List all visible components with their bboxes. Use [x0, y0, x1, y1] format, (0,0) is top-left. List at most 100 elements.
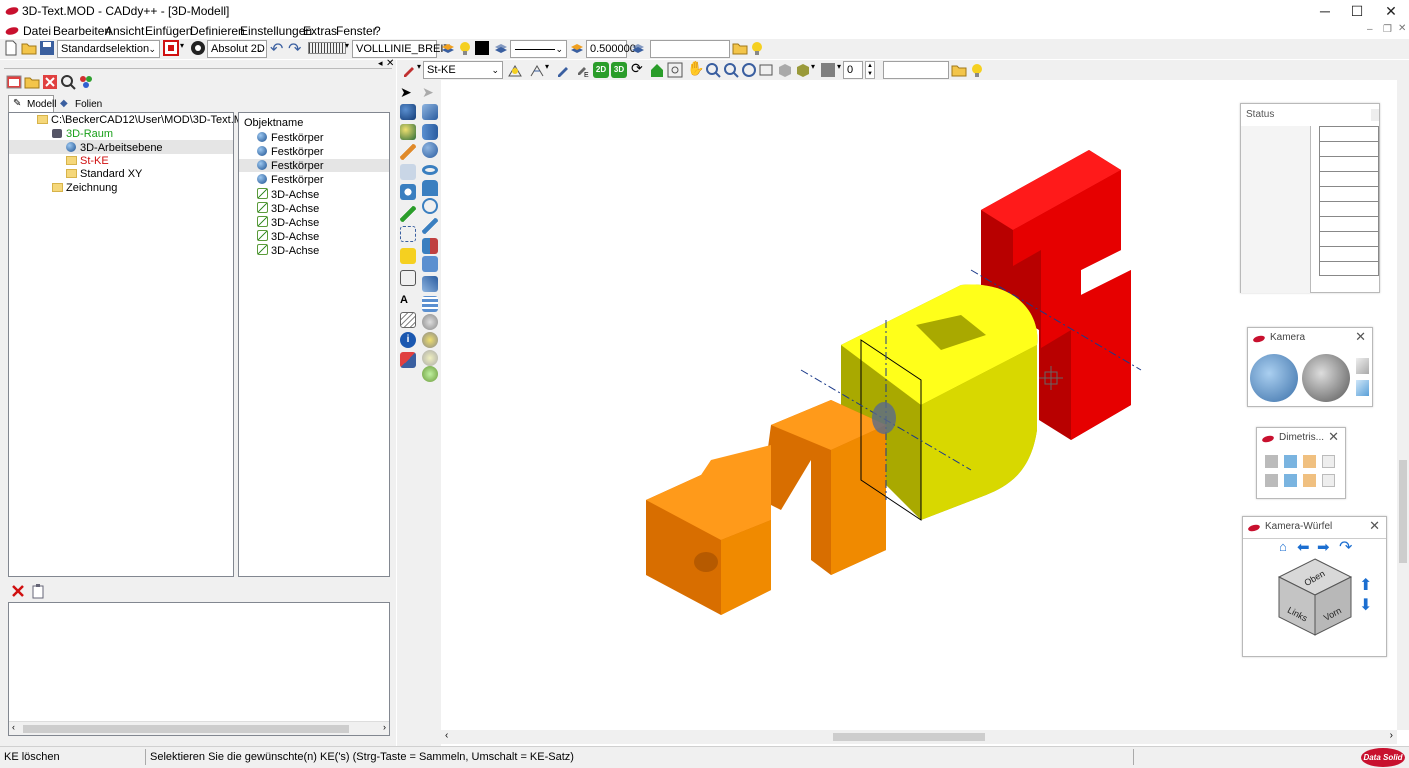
object-item[interactable]: Festkörper [257, 160, 324, 172]
object-item[interactable]: 3D-Achse [257, 202, 319, 215]
rotate-solid-icon[interactable] [400, 184, 416, 200]
menu-help[interactable]: ? [374, 24, 381, 38]
render-box-icon[interactable] [795, 62, 811, 78]
arrow-right-icon[interactable]: ➡ [1317, 538, 1330, 556]
menu-extras[interactable]: Extras [303, 24, 337, 38]
rotate-icon[interactable]: ⟳ [631, 60, 643, 77]
search-icon[interactable] [60, 74, 76, 90]
zoom-in-icon[interactable] [705, 62, 721, 78]
horizontal-scrollbar[interactable]: ‹ › [9, 721, 389, 735]
close-button[interactable]: ✕ [1374, 0, 1408, 22]
measure-icon[interactable] [400, 164, 416, 180]
mdi-minimize-icon[interactable]: – [1367, 24, 1373, 35]
zoom-out-icon[interactable] [723, 62, 739, 78]
clipboard-icon[interactable] [30, 583, 46, 599]
folder-search-icon[interactable] [732, 40, 748, 56]
dropdown-arrow-icon[interactable]: ▾ [417, 62, 421, 71]
tree-item-3d-raum[interactable]: 3D-Raum [52, 128, 113, 140]
tree-item-zeichnung[interactable]: Zeichnung [52, 182, 117, 194]
object-item[interactable]: Festkörper [257, 132, 324, 144]
select-frame-icon[interactable] [163, 40, 179, 56]
view-cube-icon[interactable] [1265, 474, 1278, 487]
letter-m-solid[interactable] [761, 400, 886, 575]
zoom-all-icon[interactable] [741, 62, 757, 78]
arrow-down-icon[interactable]: ⬇ [1359, 595, 1372, 615]
delete-icon[interactable] [42, 74, 58, 90]
extrude-icon[interactable] [422, 180, 438, 196]
view-cube-icon[interactable] [1284, 474, 1297, 487]
camera-orbit-globe[interactable] [1250, 354, 1298, 402]
tab-folien[interactable]: ◆ Folien [56, 97, 102, 113]
menu-bearbeiten[interactable]: Bearbeiten [53, 24, 111, 38]
object-item[interactable]: Festkörper [257, 146, 324, 158]
linetype-name-field[interactable]: VOLLLINIE_BREIT [352, 40, 450, 58]
sphere-solid-icon[interactable] [422, 142, 438, 158]
tree-root[interactable]: C:\BeckerCAD12\User\MOD\3D-Text.MOD [37, 114, 259, 126]
cylinder-icon[interactable] [422, 124, 438, 140]
coordinate-mode-select[interactable]: Absolut 2D ⌄ [207, 40, 267, 58]
select-disabled-icon[interactable]: ➤ [422, 84, 438, 100]
selection-mode-select[interactable]: Standardselektion ⌄ [57, 40, 160, 58]
toolbar-text-field[interactable] [650, 40, 730, 58]
section-icon[interactable] [422, 296, 438, 312]
dotted-line-icon[interactable] [400, 226, 416, 242]
close-icon[interactable]: ✕ [1328, 429, 1339, 445]
pan-hand-icon[interactable]: ✋ [687, 60, 704, 77]
folder-search-icon[interactable] [951, 62, 967, 78]
pencil-icon[interactable] [400, 144, 416, 160]
letter-w-solid[interactable] [646, 445, 771, 615]
revolve-icon[interactable] [422, 198, 438, 214]
boolean-icon[interactable] [422, 238, 438, 254]
view-cube-icon[interactable] [1284, 455, 1297, 468]
select-arrow-icon[interactable]: ➤ [400, 84, 416, 100]
menu-datei[interactable]: Datei [23, 24, 51, 38]
view-cube-icon[interactable] [1322, 474, 1335, 487]
tree-item-3d-arbeitsebene[interactable]: 3D-Arbeitsebene [66, 142, 163, 154]
dropdown-arrow-icon[interactable]: ▾ [545, 62, 549, 71]
eraser-icon[interactable] [400, 352, 416, 368]
view-cube-icon[interactable] [1265, 455, 1278, 468]
menu-ansicht[interactable]: Ansicht [105, 24, 144, 38]
hatch-icon[interactable] [400, 312, 416, 328]
tree-item-standard-xy[interactable]: Standard XY [66, 168, 142, 180]
torus-icon[interactable] [422, 165, 438, 175]
text-icon[interactable]: A [400, 292, 416, 308]
sweep-icon[interactable] [422, 218, 438, 234]
scroll-left-icon[interactable]: ‹ [12, 722, 15, 732]
model-window-icon[interactable] [6, 74, 22, 90]
layers-icon[interactable] [630, 40, 646, 56]
scroll-thumb[interactable] [1399, 460, 1407, 563]
fillet-icon[interactable] [422, 276, 438, 292]
layer-select[interactable]: St-KE ⌄ [423, 61, 503, 79]
undo-icon[interactable]: ↶ [270, 39, 283, 59]
chamfer-icon[interactable] [422, 256, 438, 272]
layers-icon[interactable] [440, 40, 456, 56]
object-item[interactable]: 3D-Achse [257, 244, 319, 257]
view-cube[interactable]: Oben Links Vorn [1277, 557, 1353, 637]
menu-fenster[interactable]: Fenster [336, 24, 377, 38]
view-2d-button[interactable]: 2D [593, 62, 609, 78]
number-field[interactable]: 0 [843, 61, 863, 79]
view-cube-icon[interactable] [1322, 455, 1335, 468]
scroll-thumb[interactable] [833, 733, 985, 741]
line-width-field[interactable]: 0.500000 [586, 40, 636, 58]
layers-icon[interactable] [493, 40, 509, 56]
grid-icon[interactable] [400, 270, 416, 286]
object-item[interactable]: 3D-Achse [257, 216, 319, 229]
shade-light-icon[interactable] [422, 350, 438, 366]
coordinate-icon[interactable] [190, 40, 206, 56]
shade-green-icon[interactable] [422, 366, 438, 382]
shade-gray-icon[interactable] [422, 314, 438, 330]
viewport-vertical-scrollbar[interactable] [1397, 60, 1409, 730]
lightbulb-icon[interactable] [749, 40, 765, 56]
linestyle-select[interactable]: ⌄ [510, 40, 567, 58]
camera-orbit-gray[interactable] [1302, 354, 1350, 402]
info-icon[interactable]: i [400, 332, 416, 348]
construction-icon[interactable] [529, 62, 545, 78]
number-spinner[interactable]: ▲ ▼ [865, 61, 875, 79]
view-cube-blue-icon[interactable] [1356, 380, 1369, 396]
dropdown-arrow-icon[interactable]: ▾ [837, 62, 841, 71]
view-cube-gray-icon[interactable] [1356, 358, 1369, 374]
view-text-field[interactable] [883, 61, 949, 79]
mdi-close-icon[interactable]: ✕ [1398, 23, 1406, 34]
